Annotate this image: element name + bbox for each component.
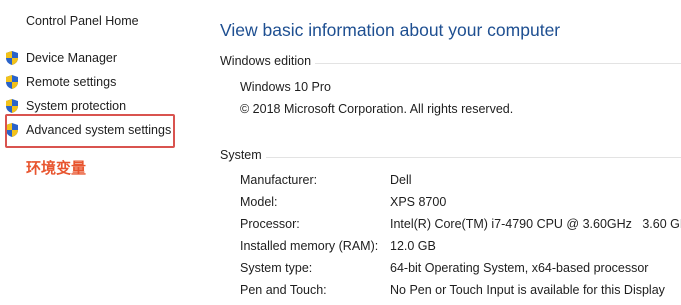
section-divider	[220, 157, 681, 158]
section-heading: System	[220, 148, 266, 162]
system-key-processor: Processor:	[240, 217, 300, 231]
system-key-model: Model:	[240, 195, 278, 209]
system-value-pen-touch: No Pen or Touch Input is available for t…	[390, 283, 665, 297]
system-value-manufacturer: Dell	[390, 173, 412, 187]
sidebar-item-label: Remote settings	[26, 75, 117, 89]
control-panel-home-link[interactable]: Control Panel Home	[26, 14, 139, 28]
shield-icon	[6, 75, 18, 89]
system-key-pen-touch: Pen and Touch:	[240, 283, 327, 297]
sidebar-item-label: Device Manager	[26, 51, 118, 65]
highlight-box	[5, 114, 175, 148]
section-system: System	[220, 148, 681, 166]
sidebar-item-system-protection[interactable]: System protection	[4, 97, 126, 115]
system-value-processor: Intel(R) Core(TM) i7-4790 CPU @ 3.60GHz …	[390, 217, 681, 231]
copyright-text: © 2018 Microsoft Corporation. All rights…	[240, 102, 514, 116]
sidebar-item-device-manager[interactable]: Device Manager	[4, 49, 117, 67]
windows-edition-value: Windows 10 Pro	[240, 80, 332, 94]
system-key-system-type: System type:	[240, 261, 313, 275]
annotation-text: 环境变量	[26, 159, 87, 177]
system-key-memory: Installed memory (RAM):	[240, 239, 379, 253]
system-key-manufacturer: Manufacturer:	[240, 173, 318, 187]
shield-icon	[6, 51, 18, 65]
system-value-model: XPS 8700	[390, 195, 447, 209]
shield-icon	[6, 99, 18, 113]
system-value-memory: 12.0 GB	[390, 239, 436, 253]
page-title: View basic information about your comput…	[220, 20, 561, 40]
sidebar-item-remote-settings[interactable]: Remote settings	[4, 73, 116, 91]
section-heading: Windows edition	[220, 54, 316, 68]
section-windows-edition: Windows edition	[220, 54, 681, 72]
sidebar-item-label: System protection	[26, 99, 127, 113]
system-value-system-type: 64-bit Operating System, x64-based proce…	[390, 261, 649, 275]
